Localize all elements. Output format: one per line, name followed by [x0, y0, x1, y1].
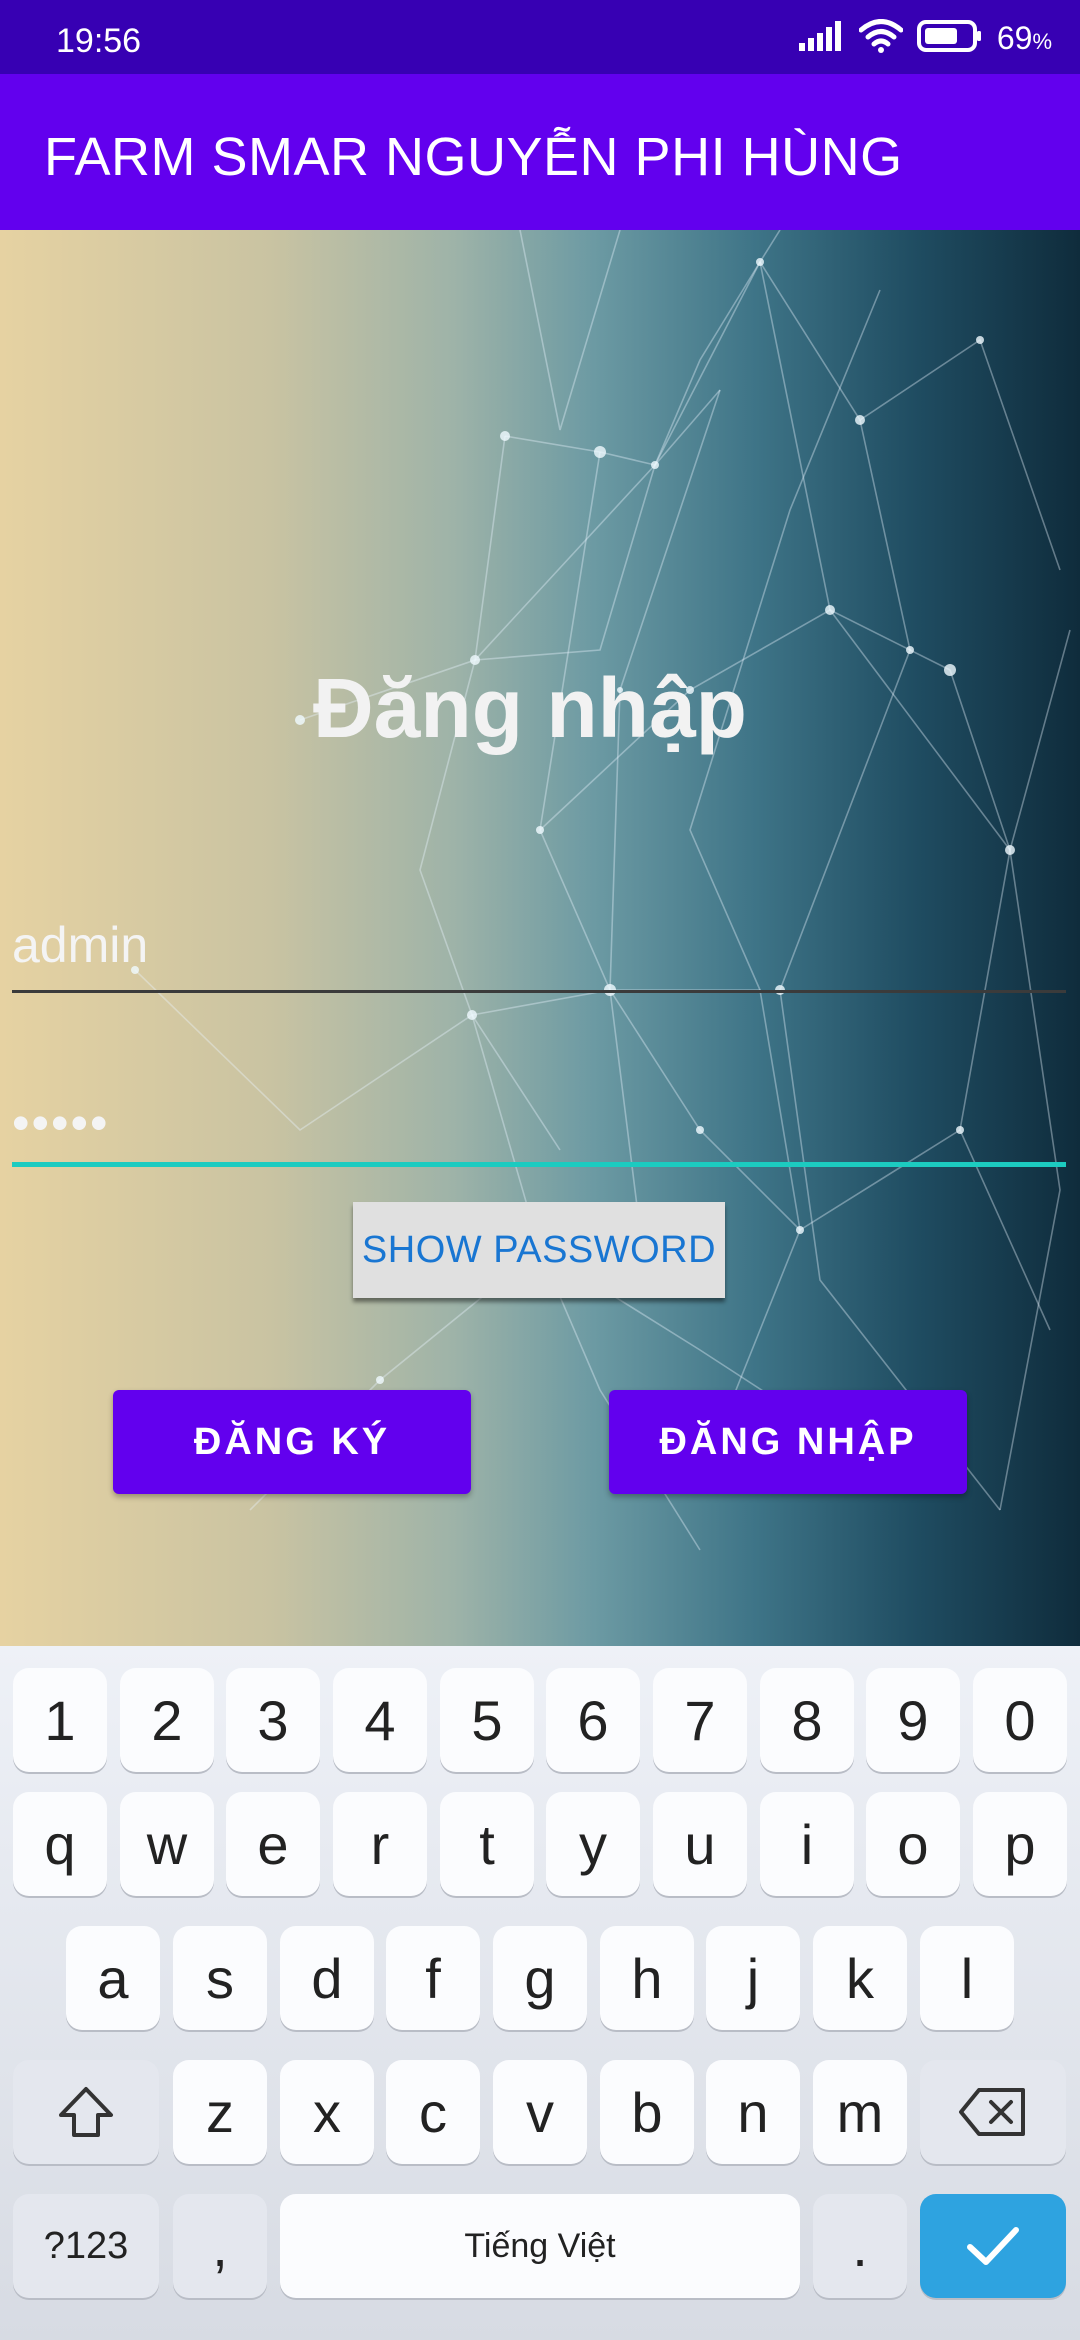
key-l[interactable]: l	[920, 1926, 1014, 2030]
password-input[interactable]	[12, 1084, 1066, 1167]
key-7[interactable]: 7	[653, 1668, 747, 1772]
key-z[interactable]: z	[173, 2060, 267, 2164]
key-q[interactable]: q	[13, 1792, 107, 1896]
signal-icon	[798, 20, 845, 56]
app-bar: FARM SMAR NGUYỄN PHI HÙNG	[0, 74, 1080, 230]
login-button[interactable]: ĐĂNG NHẬP	[609, 1390, 967, 1494]
key-6[interactable]: 6	[546, 1668, 640, 1772]
key-t[interactable]: t	[440, 1792, 534, 1896]
key-b[interactable]: b	[600, 2060, 694, 2164]
key-n[interactable]: n	[706, 2060, 800, 2164]
show-password-button[interactable]: SHOW PASSWORD	[353, 1202, 725, 1298]
soft-keyboard: 1 2 3 4 5 6 7 8 9 0 q w e r t y u i o p …	[0, 1646, 1080, 2340]
key-x[interactable]: x	[280, 2060, 374, 2164]
key-i[interactable]: i	[760, 1792, 854, 1896]
period-key[interactable]: .	[813, 2194, 907, 2298]
login-screen: Đăng nhập SHOW PASSWORD ĐĂNG KÝ ĐĂNG NHẬ…	[0, 230, 1080, 1646]
key-r[interactable]: r	[333, 1792, 427, 1896]
key-s[interactable]: s	[173, 1926, 267, 2030]
battery-icon	[916, 19, 983, 58]
shift-icon	[56, 2084, 116, 2140]
key-y[interactable]: y	[546, 1792, 640, 1896]
key-d[interactable]: d	[280, 1926, 374, 2030]
key-9[interactable]: 9	[866, 1668, 960, 1772]
backspace-key[interactable]	[920, 2060, 1066, 2164]
key-5[interactable]: 5	[440, 1668, 534, 1772]
status-icons: 69%	[798, 18, 1052, 58]
register-button[interactable]: ĐĂNG KÝ	[113, 1390, 471, 1494]
login-heading: Đăng nhập	[313, 661, 747, 755]
username-input[interactable]	[12, 900, 1066, 993]
wifi-icon	[858, 18, 904, 58]
key-j[interactable]: j	[706, 1926, 800, 2030]
key-f[interactable]: f	[386, 1926, 480, 2030]
battery-percentage: 69%	[996, 19, 1052, 56]
status-bar: 19:56 69%	[0, 0, 1080, 74]
space-key[interactable]: Tiếng Việt	[280, 2194, 800, 2298]
key-1[interactable]: 1	[13, 1668, 107, 1772]
key-c[interactable]: c	[386, 2060, 480, 2164]
checkmark-icon	[965, 2224, 1021, 2268]
key-u[interactable]: u	[653, 1792, 747, 1896]
backspace-icon	[957, 2086, 1029, 2138]
shift-key[interactable]	[13, 2060, 159, 2164]
key-2[interactable]: 2	[120, 1668, 214, 1772]
key-e[interactable]: e	[226, 1792, 320, 1896]
key-4[interactable]: 4	[333, 1668, 427, 1772]
key-0[interactable]: 0	[973, 1668, 1067, 1772]
status-time: 19:56	[56, 22, 142, 60]
key-v[interactable]: v	[493, 2060, 587, 2164]
key-3[interactable]: 3	[226, 1668, 320, 1772]
key-m[interactable]: m	[813, 2060, 907, 2164]
symbols-key[interactable]: ?123	[13, 2194, 159, 2298]
key-8[interactable]: 8	[760, 1668, 854, 1772]
key-h[interactable]: h	[600, 1926, 694, 2030]
key-o[interactable]: o	[866, 1792, 960, 1896]
key-g[interactable]: g	[493, 1926, 587, 2030]
key-w[interactable]: w	[120, 1792, 214, 1896]
key-p[interactable]: p	[973, 1792, 1067, 1896]
enter-key[interactable]	[920, 2194, 1066, 2298]
app-title: FARM SMAR NGUYỄN PHI HÙNG	[44, 127, 903, 187]
key-a[interactable]: a	[66, 1926, 160, 2030]
comma-key[interactable]: ,	[173, 2194, 267, 2298]
key-k[interactable]: k	[813, 1926, 907, 2030]
